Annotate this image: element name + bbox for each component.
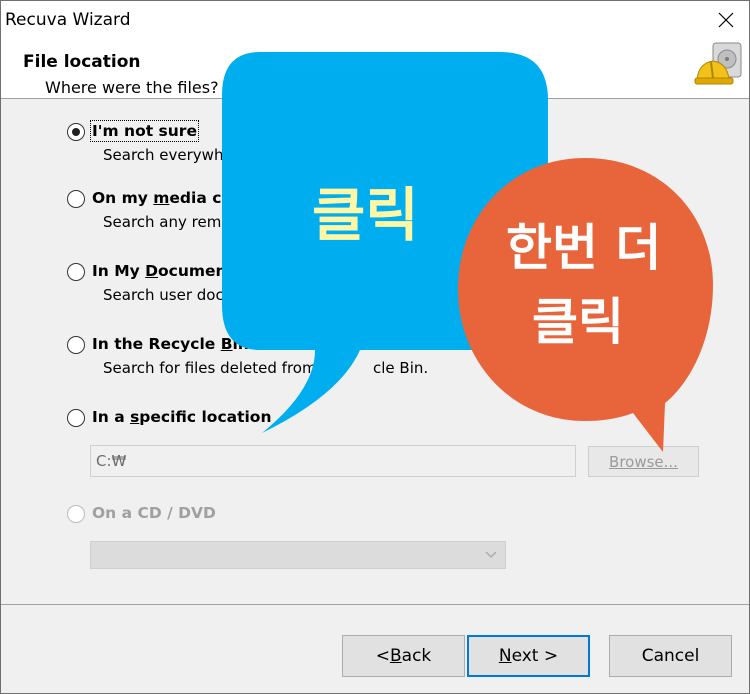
back-button[interactable]: < Back (342, 635, 465, 677)
cancel-button[interactable]: Cancel (609, 635, 732, 677)
blue-bubble-text: 클릭 (312, 181, 419, 249)
title-bar: Recuva Wizard (1, 1, 749, 41)
option-not-sure-desc: Search everywhe (103, 146, 233, 164)
radio-my-documents[interactable] (67, 263, 85, 281)
radio-cd-dvd[interactable] (67, 505, 85, 523)
radio-recycle-bin[interactable] (67, 336, 85, 354)
radio-specific-location[interactable] (67, 409, 85, 427)
radio-not-sure[interactable] (67, 123, 85, 141)
option-cd-dvd-label[interactable]: On a CD / DVD (92, 504, 216, 522)
option-my-documents-label[interactable]: In My Document (92, 262, 234, 280)
window-title: Recuva Wizard (5, 10, 131, 30)
page-title: File location (23, 52, 141, 72)
chevron-down-icon (485, 551, 497, 558)
cd-drive-select[interactable] (90, 541, 506, 569)
option-not-sure-label[interactable]: I'm not sure (90, 120, 199, 142)
footer-divider (1, 604, 749, 605)
option-media-card-label[interactable]: On my media ca (92, 189, 232, 207)
close-button[interactable] (703, 1, 749, 39)
option-media-card-desc: Search any remo (103, 213, 231, 231)
page-subtitle: Where were the files? (45, 78, 219, 97)
recuva-hardhat-icon (694, 42, 742, 85)
orange-bubble-text-line2: 클릭 (532, 293, 624, 351)
orange-bubble-text-line1: 한번 더 (506, 219, 662, 277)
next-button[interactable]: Next > (467, 635, 590, 677)
close-icon (718, 12, 734, 28)
radio-media-card[interactable] (67, 190, 85, 208)
option-my-documents-desc: Search user docu (103, 286, 234, 304)
